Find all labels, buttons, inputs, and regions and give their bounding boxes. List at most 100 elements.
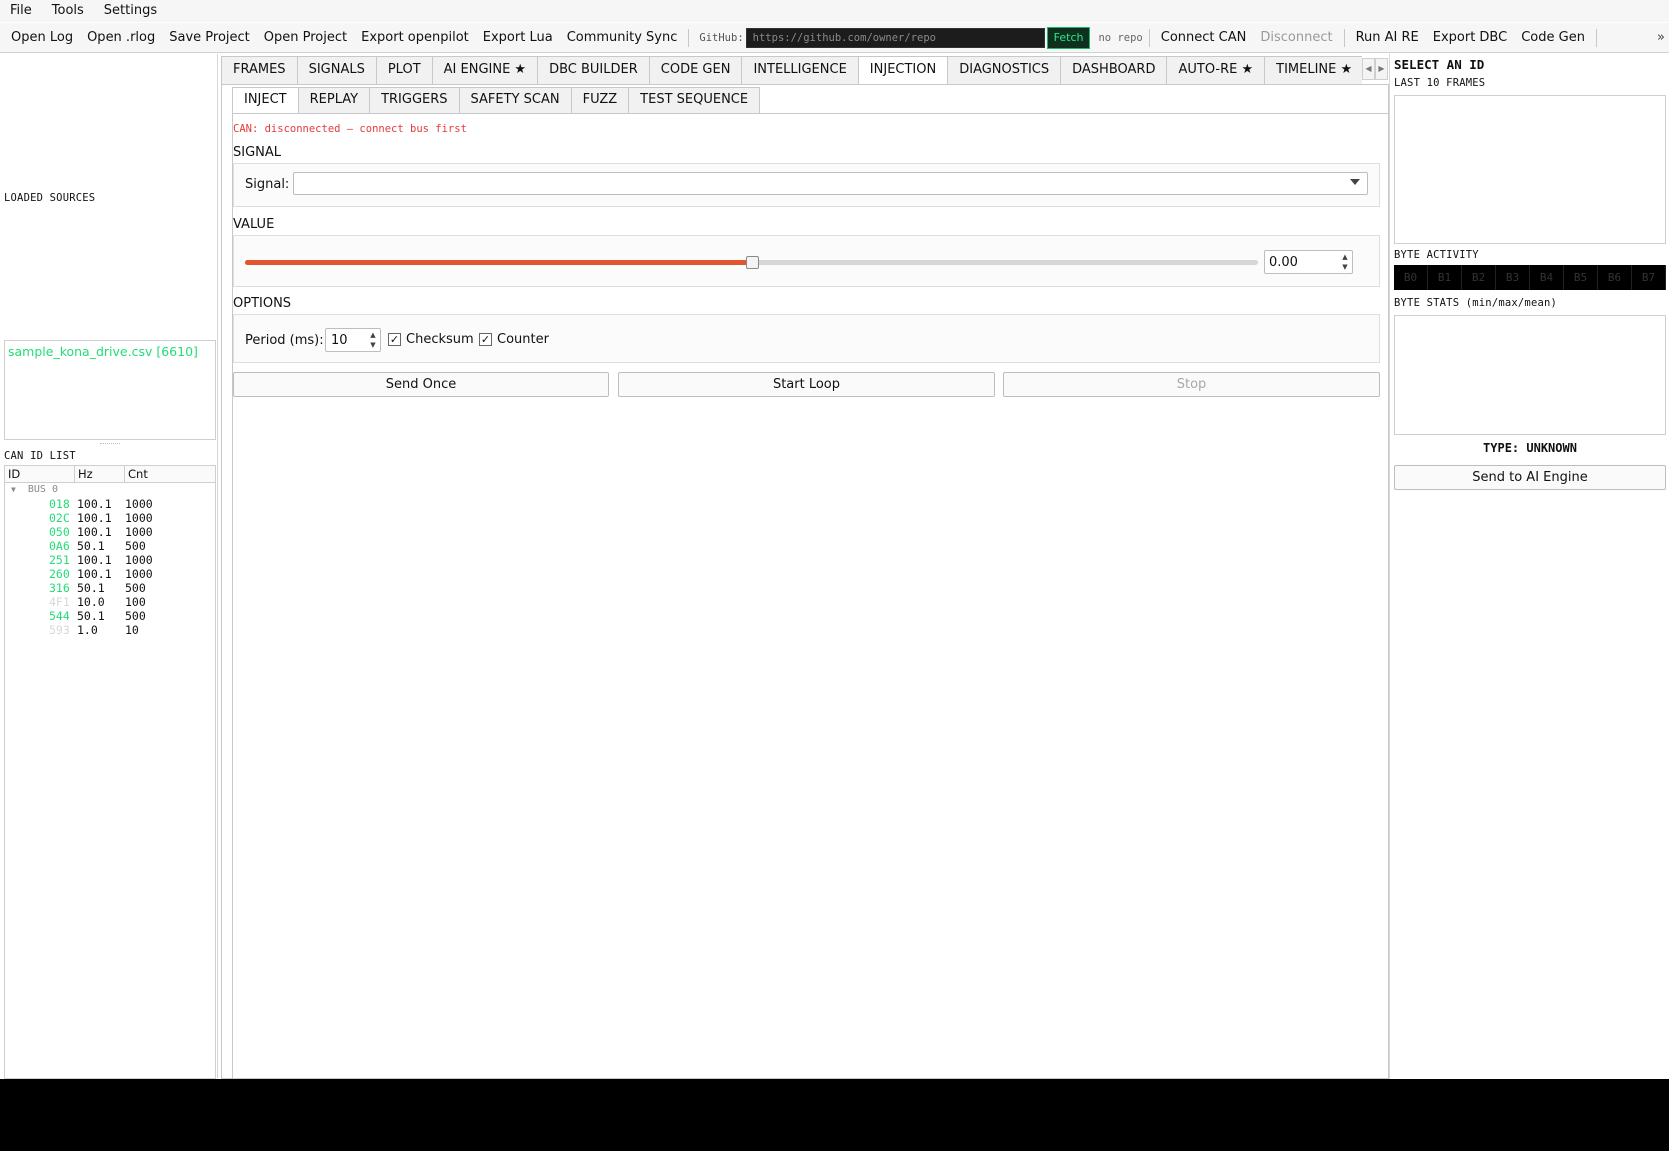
checksum-label: Checksum [406, 332, 474, 347]
toolbar: Open Log Open .rlog Save Project Open Pr… [0, 23, 1669, 53]
table-row[interactable]: 0A6 50.1 500 [5, 539, 215, 553]
tab-code-gen[interactable]: CODE GEN [648, 56, 743, 84]
count-cell: 100 [125, 595, 146, 609]
community-sync-button[interactable]: Community Sync [560, 23, 685, 53]
table-row[interactable]: 018 100.1 1000 [5, 497, 215, 511]
signal-group: Signal: [233, 163, 1380, 207]
source-list-item[interactable]: sample_kona_drive.csv [6610] [8, 344, 198, 359]
loaded-sources-list[interactable]: sample_kona_drive.csv [6610] [4, 340, 216, 440]
start-loop-button[interactable]: Start Loop [618, 372, 995, 397]
action-buttons-row: Send Once Start Loop Stop [233, 372, 1380, 397]
expand-arrow-icon[interactable]: ▼ [11, 485, 16, 494]
open-project-button[interactable]: Open Project [257, 23, 354, 53]
subtab-inject[interactable]: INJECT [232, 87, 299, 115]
menu-file[interactable]: File [0, 0, 42, 22]
tab-dbc-builder[interactable]: DBC BUILDER [537, 56, 650, 84]
hz-cell: 1.0 [77, 623, 98, 637]
tab-diagnostics[interactable]: DIAGNOSTICS [947, 56, 1062, 84]
table-row[interactable]: 260 100.1 1000 [5, 567, 215, 581]
connect-can-button[interactable]: Connect CAN [1154, 23, 1254, 53]
tab-auto-re[interactable]: AUTO-RE ★ [1166, 56, 1266, 84]
run-ai-re-button[interactable]: Run AI RE [1349, 23, 1426, 53]
column-header-hz[interactable]: Hz [75, 466, 125, 482]
export-lua-button[interactable]: Export Lua [476, 23, 560, 53]
injection-tab-pane: INJECT REPLAY TRIGGERS SAFETY SCAN FUZZ TEST … [221, 84, 1389, 1079]
last-frames-list[interactable] [1394, 95, 1666, 244]
bus-tree-node[interactable]: ▼ BUS 0 [5, 483, 215, 497]
subtab-test-sequence[interactable]: TEST SEQUENCE [628, 87, 761, 113]
toolbar-overflow-icon[interactable]: » [1657, 23, 1665, 53]
dropdown-arrow-icon[interactable] [1350, 179, 1360, 185]
toolbar-separator [688, 28, 690, 47]
spin-arrows-icon[interactable]: ▲ ▼ [1338, 251, 1352, 273]
tab-intelligence[interactable]: INTELLIGENCE [741, 56, 859, 84]
tab-dashboard[interactable]: DASHBOARD [1060, 56, 1168, 84]
open-log-button[interactable]: Open Log [4, 23, 80, 53]
value-group: 0.00 ▲ ▼ [233, 235, 1380, 287]
save-project-button[interactable]: Save Project [162, 23, 257, 53]
github-url-input[interactable]: https://github.com/owner/repo [745, 27, 1045, 48]
code-gen-button[interactable]: Code Gen [1514, 23, 1592, 53]
value-slider-handle[interactable] [745, 256, 759, 269]
signal-group-title: SIGNAL [233, 145, 282, 160]
table-row[interactable]: 544 50.1 500 [5, 609, 215, 623]
table-row[interactable]: 4F1 10.0 100 [5, 595, 215, 609]
export-dbc-button[interactable]: Export DBC [1426, 23, 1514, 53]
export-openpilot-button[interactable]: Export openpilot [354, 23, 476, 53]
tab-plot[interactable]: PLOT [375, 56, 433, 84]
application-window: File Tools Settings Open Log Open .rlog … [0, 0, 1669, 1079]
signal-type-label: TYPE: UNKNOWN [1483, 441, 1577, 455]
send-to-ai-engine-button[interactable]: Send to AI Engine [1394, 465, 1666, 490]
can-id-list-title: CAN ID LIST [4, 450, 76, 462]
toolbar-separator [1148, 28, 1150, 47]
value-spinbox[interactable]: 0.00 ▲ ▼ [1264, 250, 1353, 274]
can-id-cell: 0A6 [49, 539, 70, 553]
tab-ai-engine[interactable]: AI ENGINE ★ [431, 56, 539, 84]
period-spinbox[interactable]: 10 ▲ ▼ [325, 328, 381, 352]
disconnect-button[interactable]: Disconnect [1253, 23, 1339, 53]
hz-cell: 100.1 [77, 553, 112, 567]
table-row[interactable]: 316 50.1 500 [5, 581, 215, 595]
hz-cell: 10.0 [77, 595, 105, 609]
tab-timeline[interactable]: TIMELINE ★ [1264, 56, 1362, 84]
subtab-safety-scan[interactable]: SAFETY SCAN [458, 87, 572, 113]
table-row[interactable]: 050 100.1 1000 [5, 525, 215, 539]
tab-injection[interactable]: INJECTION [857, 56, 949, 84]
stop-button[interactable]: Stop [1003, 372, 1380, 397]
github-label: GitHub: [699, 31, 744, 44]
column-header-cnt[interactable]: Cnt [125, 466, 215, 482]
tab-scroll-right-icon[interactable]: ▶ [1375, 58, 1388, 80]
byte-stats-area[interactable] [1394, 315, 1666, 435]
table-row[interactable]: 593 1.0 10 [5, 623, 215, 637]
main-tabbar: FRAMES SIGNALS PLOT AI ENGINE ★ DBC BUILDER C… [221, 56, 1362, 84]
table-row[interactable]: 02C 100.1 1000 [5, 511, 215, 525]
subtab-triggers[interactable]: TRIGGERS [369, 87, 460, 113]
panel-splitter-handle[interactable] [100, 443, 120, 446]
tab-frames[interactable]: FRAMES [221, 56, 298, 84]
open-rlog-button[interactable]: Open .rlog [80, 23, 162, 53]
fetch-button[interactable]: Fetch [1046, 26, 1091, 49]
menubar: File Tools Settings [0, 0, 1669, 22]
toolbar-separator [1343, 28, 1345, 47]
hz-cell: 100.1 [77, 525, 112, 539]
tab-scroll-left-icon[interactable]: ◀ [1362, 58, 1375, 80]
can-id-table[interactable]: ID Hz Cnt ▼ BUS 0 018 100.1 1000 02C 100.1 10… [4, 465, 216, 1079]
send-once-button[interactable]: Send Once [233, 372, 609, 397]
loaded-sources-title: LOADED SOURCES [4, 192, 96, 204]
tab-signals[interactable]: SIGNALS [296, 56, 377, 84]
last-frames-title: LAST 10 FRAMES [1394, 77, 1486, 89]
byte-cell: B2 [1462, 265, 1496, 290]
menu-settings[interactable]: Settings [94, 0, 167, 22]
spin-arrows-icon[interactable]: ▲ ▼ [366, 329, 380, 351]
table-row[interactable]: 251 100.1 1000 [5, 553, 215, 567]
count-cell: 1000 [125, 525, 153, 539]
counter-checkbox[interactable]: ✓ [479, 333, 492, 346]
column-header-id[interactable]: ID [5, 466, 75, 482]
signal-select[interactable] [293, 172, 1368, 195]
subtab-replay[interactable]: REPLAY [297, 87, 371, 113]
byte-activity-title: BYTE ACTIVITY [1394, 249, 1479, 261]
checksum-checkbox[interactable]: ✓ [388, 333, 401, 346]
menu-tools[interactable]: Tools [42, 0, 94, 22]
hz-cell: 100.1 [77, 567, 112, 581]
subtab-fuzz[interactable]: FUZZ [570, 87, 630, 113]
